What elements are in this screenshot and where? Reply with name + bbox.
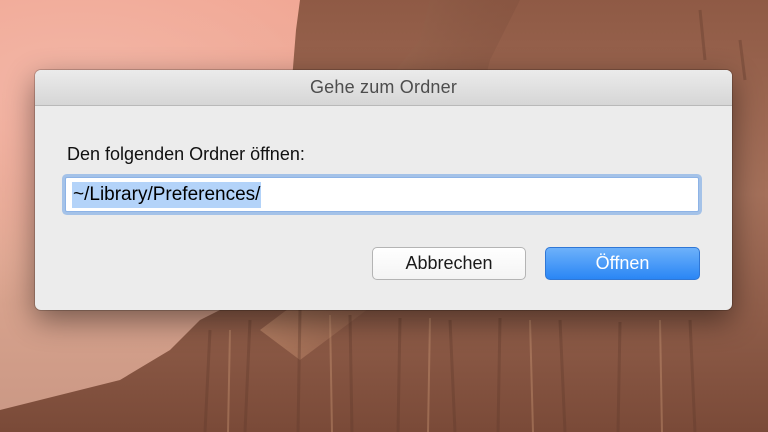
go-to-folder-dialog: Gehe zum Ordner Den folgenden Ordner öff… [35, 70, 732, 310]
dialog-title: Gehe zum Ordner [309, 77, 458, 97]
folder-path-value[interactable]: ~/Library/Preferences/ [72, 181, 262, 208]
dialog-titlebar[interactable]: Gehe zum Ordner [35, 70, 732, 106]
cancel-button[interactable]: Abbrechen [372, 247, 526, 280]
folder-prompt-label: Den folgenden Ordner öffnen: [67, 144, 305, 164]
folder-path-input[interactable]: ~/Library/Preferences/ [65, 177, 699, 212]
desktop-wallpaper: Gehe zum Ordner Den folgenden Ordner öff… [0, 0, 768, 432]
open-button[interactable]: Öffnen [545, 247, 700, 280]
